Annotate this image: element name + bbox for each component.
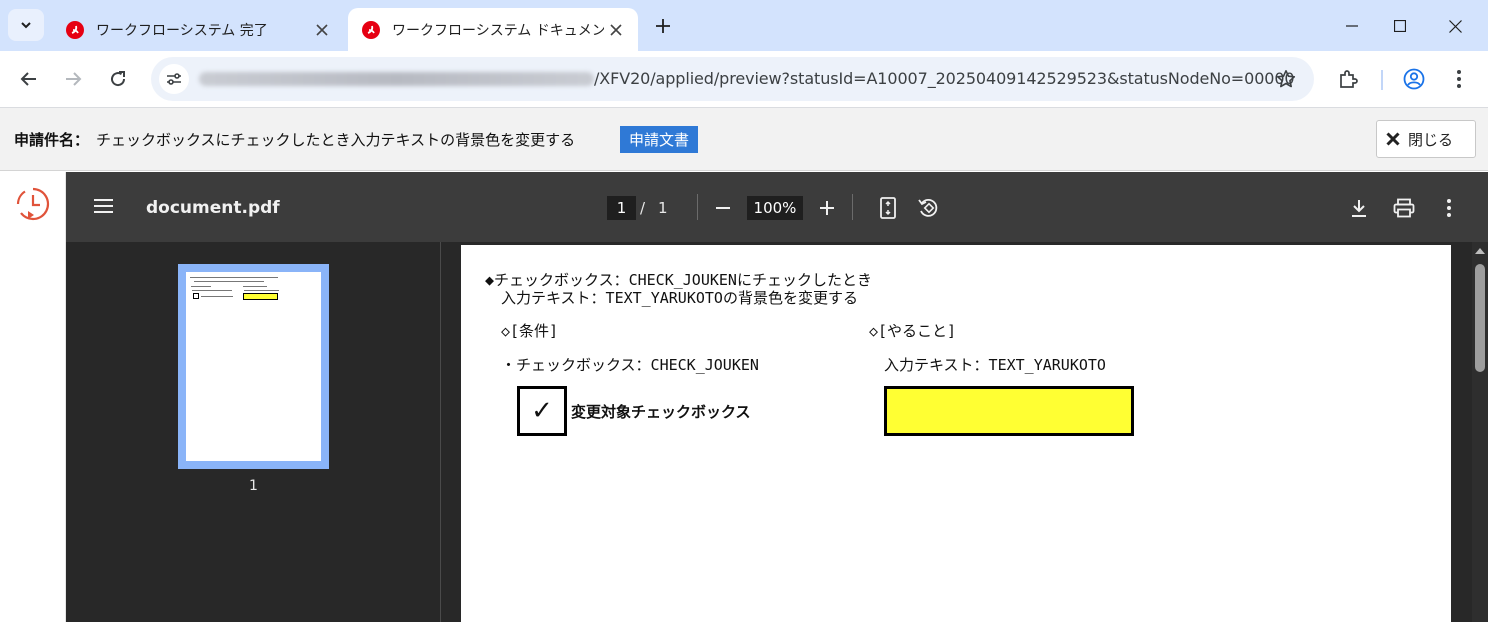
tab-document-confirm[interactable]: ワークフローシステム ドキュメント確認 [348, 8, 638, 51]
plus-icon [656, 19, 670, 33]
extensions-button[interactable] [1330, 61, 1366, 97]
page-separator: / [640, 199, 646, 217]
text-field-label: 入力テキスト：TEXT_YARUKOTO [884, 356, 1106, 374]
address-bar[interactable]: /XFV20/applied/preview?statusId=A10007_2… [151, 57, 1314, 101]
zoom-out-button[interactable] [710, 195, 736, 221]
close-icon [316, 23, 328, 36]
download-button[interactable] [1346, 195, 1372, 221]
hamburger-menu-icon [94, 199, 113, 213]
maximize-window-button[interactable] [1377, 8, 1423, 44]
print-button[interactable] [1391, 195, 1417, 221]
rotate-button[interactable] [915, 195, 941, 221]
more-vert-icon [1457, 70, 1461, 88]
chevron-down-icon [21, 22, 31, 29]
plus-icon [820, 201, 834, 215]
toolbar-divider [1381, 70, 1383, 90]
checkbox-field-label: ・チェックボックス：CHECK_JOUKEN [501, 356, 759, 374]
subject-label: 申請件名： [14, 131, 90, 149]
url-text: /XFV20/applied/preview?statusId=A10007_2… [594, 69, 1295, 88]
pdf-content-area: 1 ◆チェックボックス：CHECK_JOUKENにチェックしたとき 入力テキスト… [66, 242, 1488, 622]
close-icon [1448, 19, 1462, 33]
tab-strip: ワークフローシステム 完了 ワークフローシステム ドキュメント確認 [0, 0, 1488, 51]
pdf-more-options-button[interactable] [1436, 195, 1462, 221]
checkbox-caption: 変更対象チェックボックス [571, 403, 751, 421]
subject-value: チェックボックスにチェックしたとき入力テキストの背景色を変更する [96, 131, 576, 149]
close-icon [610, 23, 622, 36]
minimize-icon [1346, 25, 1358, 27]
sidebar-toggle-button[interactable] [92, 195, 120, 219]
download-icon [1352, 200, 1366, 217]
site-info-icon[interactable] [159, 64, 189, 94]
arrow-left-icon [20, 72, 36, 86]
app-favicon-icon [362, 20, 380, 39]
close-x-icon [1386, 132, 1400, 146]
account-icon [1403, 68, 1425, 90]
page-total: 1 [658, 199, 668, 217]
zoom-level-input[interactable]: 100% [747, 196, 803, 220]
pdf-file-name: document.pdf [146, 198, 280, 218]
scrollbar-thumb[interactable] [1475, 264, 1485, 372]
fit-page-button[interactable] [875, 195, 901, 221]
tab-close-button[interactable] [604, 18, 628, 42]
document-badge: 申請文書 [620, 126, 699, 153]
close-window-button[interactable] [1432, 8, 1478, 44]
pdf-scrollbar[interactable] [1472, 242, 1488, 622]
left-rail [0, 172, 66, 622]
reload-button[interactable] [100, 61, 136, 97]
minus-icon [716, 207, 730, 209]
close-button[interactable]: 閉じる [1376, 120, 1476, 158]
zoom-in-button[interactable] [814, 195, 840, 221]
action-section-title: ◇[やること] [869, 322, 957, 340]
thumbnail-page-number: 1 [249, 478, 258, 494]
history-button[interactable] [14, 186, 52, 224]
clock-history-icon [16, 187, 50, 221]
star-icon [1276, 70, 1296, 88]
condition-section-title: ◇[条件] [501, 322, 559, 340]
tab-title: ワークフローシステム ドキュメント確認 [392, 22, 604, 39]
fit-to-page-icon [880, 197, 896, 219]
toolbar-divider [697, 194, 698, 220]
document-heading-line-2: 入力テキスト：TEXT_YARUKOTOの背景色を変更する [501, 289, 858, 307]
arrow-right-icon [66, 72, 82, 86]
scroll-up-arrow-icon[interactable] [1475, 248, 1485, 254]
page-number-input[interactable]: 1 [607, 196, 636, 220]
page-thumbnail[interactable] [178, 264, 329, 469]
app-favicon-icon [66, 20, 84, 39]
profile-button[interactable] [1396, 61, 1432, 97]
browser-toolbar: /XFV20/applied/preview?statusId=A10007_2… [0, 51, 1488, 108]
application-header: 申請件名： チェックボックスにチェックしたとき入力テキストの背景色を変更する 申… [0, 108, 1488, 171]
yellow-text-field [884, 386, 1134, 436]
pdf-page: ◆チェックボックス：CHECK_JOUKENにチェックしたとき 入力テキスト：T… [461, 245, 1451, 622]
bookmark-star-button[interactable] [1274, 67, 1298, 91]
minimize-window-button[interactable] [1329, 8, 1375, 44]
tab-workflow-complete[interactable]: ワークフローシステム 完了 [52, 8, 344, 51]
thumbnail-sidebar: 1 [66, 242, 441, 622]
reload-icon [111, 71, 126, 87]
url-host-blurred [199, 72, 594, 86]
checkmark-icon: ✓ [531, 396, 553, 426]
rotate-icon [918, 198, 938, 217]
thumbnail-page-preview [186, 272, 321, 461]
close-button-label: 閉じる [1408, 130, 1454, 149]
puzzle-icon [1340, 70, 1358, 88]
new-tab-button[interactable] [648, 12, 678, 40]
back-button[interactable] [11, 61, 47, 97]
target-checkbox: ✓ [517, 386, 567, 436]
tab-search-button[interactable] [8, 9, 44, 41]
forward-button[interactable] [55, 61, 91, 97]
browser-menu-button[interactable] [1441, 61, 1477, 97]
toolbar-divider [852, 194, 853, 220]
pdf-toolbar: document.pdf 1 / 1 100% [66, 172, 1488, 242]
tab-close-button[interactable] [310, 18, 334, 42]
printer-icon [1393, 198, 1415, 218]
maximize-icon [1394, 20, 1406, 32]
more-vert-icon [1447, 199, 1451, 217]
tab-title: ワークフローシステム 完了 [96, 22, 268, 39]
